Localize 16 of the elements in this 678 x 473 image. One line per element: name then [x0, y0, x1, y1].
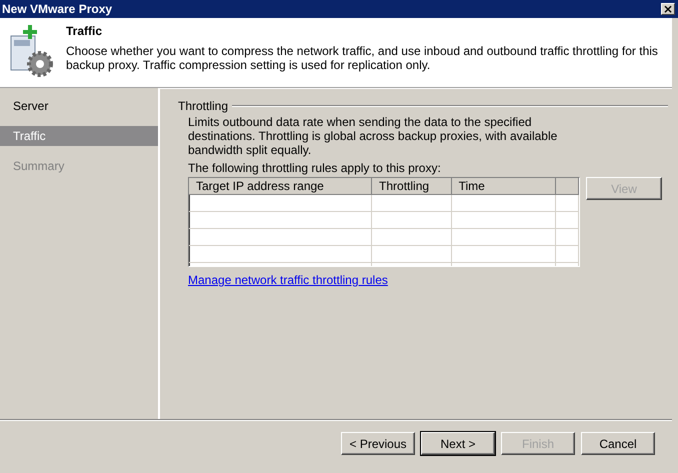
manage-rules-link[interactable]: Manage network traffic throttling rules	[188, 273, 388, 287]
group-title: Throttling	[178, 99, 228, 113]
throttling-description: Limits outbound data rate when sending the data to the specified destinations. Throttling is global across backup proxies, with available bandwidth split equally.	[188, 115, 558, 157]
rules-table[interactable]: Target IP address range Throttling Time	[188, 177, 580, 267]
column-header[interactable]: Throttling	[372, 178, 452, 194]
page-description: Choose whether you want to compress the network traffic, and use inboud and outbound traffic throttling for this backup proxy. Traffic compression setting is used for replication only.	[66, 44, 659, 72]
column-header[interactable]: Time	[452, 178, 556, 194]
wizard-button[interactable]: Next >	[421, 432, 495, 455]
page-heading: Traffic	[66, 24, 104, 38]
window-title: New VMware Proxy	[2, 2, 112, 16]
wizard-button[interactable]: Cancel	[581, 432, 655, 455]
rules-label: The following throttling rules apply to this proxy:	[188, 161, 442, 175]
sidebar-item[interactable]: Server	[0, 96, 158, 116]
close-button[interactable]: ×	[661, 3, 675, 15]
wizard-button[interactable]: < Previous	[341, 432, 415, 455]
column-header[interactable]: Target IP address range	[189, 178, 372, 194]
